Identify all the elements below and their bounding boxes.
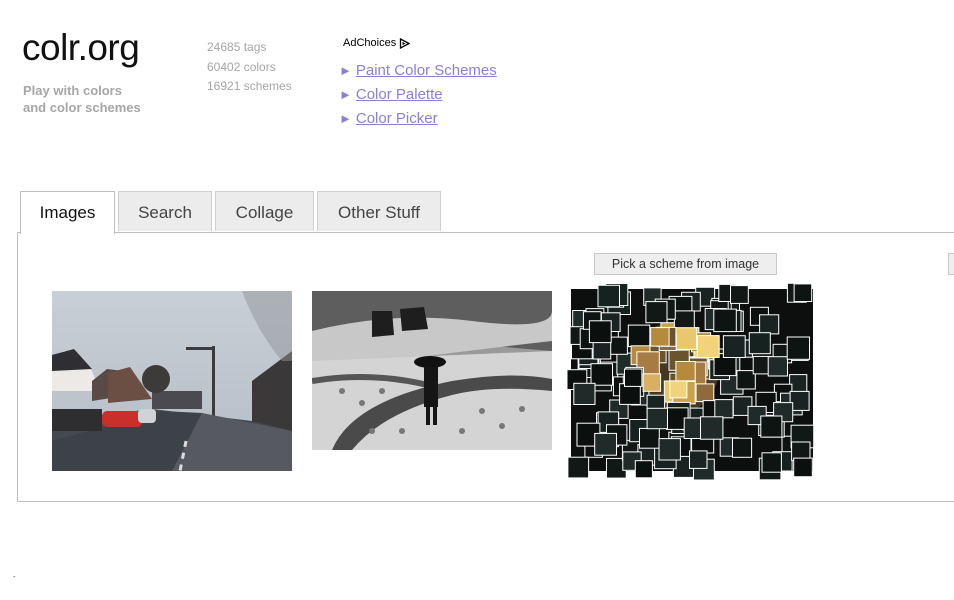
link-paint-color-schemes[interactable]: ► Paint Color Schemes <box>339 59 497 83</box>
swatch-square <box>714 399 734 419</box>
link-label: Paint Color Schemes <box>355 62 497 79</box>
swatch-square <box>573 382 596 406</box>
site-stats: 24685 tags 60402 colors 16921 schemes <box>207 38 292 97</box>
tab-images[interactable]: Images <box>20 191 115 234</box>
swatch-square <box>761 452 782 473</box>
swatch-square <box>713 308 737 333</box>
tagline-line-2: and color schemes <box>23 100 141 115</box>
swatch-square <box>695 383 715 403</box>
image-thumbnail-snow[interactable] <box>312 291 552 450</box>
schemes-count: 16921 schemes <box>207 79 292 93</box>
colors-count: 60402 colors <box>207 59 276 74</box>
swatch-square <box>722 335 746 358</box>
swatch-square <box>786 336 810 360</box>
swatch-square <box>627 324 651 348</box>
swatch-square <box>767 356 788 377</box>
pick-scheme-button[interactable]: Pick a scheme from image <box>594 253 777 275</box>
swatch-square <box>730 285 749 304</box>
swatch-square <box>732 437 753 458</box>
secondary-button[interactable] <box>948 253 954 275</box>
swatch-square <box>650 327 670 347</box>
swatch-square <box>646 407 668 430</box>
tagline-line-1: Play with colors <box>23 83 122 98</box>
tags-count: 24685 tags <box>207 40 267 54</box>
swatch-square <box>639 427 660 449</box>
swatch-square <box>669 380 688 399</box>
triangle-right-icon: ► <box>339 63 352 78</box>
swatch-square <box>658 438 681 461</box>
tab-other-stuff[interactable]: Other Stuff <box>317 191 441 231</box>
adchoices-label: AdChoices <box>343 37 397 49</box>
swatch-square <box>567 456 590 479</box>
street-photo <box>52 291 292 471</box>
swatch-square <box>793 283 813 303</box>
swatch-square <box>592 340 612 360</box>
link-label: Color Picker <box>355 110 438 127</box>
swatch-square <box>748 332 771 355</box>
triangle-right-icon: ► <box>339 87 352 102</box>
swatch-square <box>700 416 724 440</box>
image-thumbnail-scheme[interactable] <box>563 281 823 481</box>
swatch-square <box>642 373 662 392</box>
link-color-picker[interactable]: ► Color Picker <box>339 107 497 131</box>
link-label: Color Palette <box>355 86 443 103</box>
image-thumbnail-street[interactable] <box>52 291 292 471</box>
swatch-square <box>590 363 613 386</box>
scheme-mosaic <box>566 282 815 481</box>
tab-collage[interactable]: Collage <box>215 191 314 231</box>
top-links: ► Paint Color Schemes ► Color Palette ► Col… <box>339 59 497 131</box>
swatch-square <box>675 361 696 382</box>
swatch-square <box>689 450 708 469</box>
adchoices-link[interactable]: AdChoices <box>343 37 411 49</box>
swatch-square <box>588 320 612 344</box>
swatch-square <box>793 457 813 478</box>
swatch-square <box>594 432 617 456</box>
swatch-square <box>634 460 653 479</box>
swatch-square <box>760 415 783 438</box>
footer-dot: - <box>13 572 16 581</box>
tab-search[interactable]: Search <box>118 191 212 231</box>
site-tagline: Play with colors and color schemes <box>23 82 141 116</box>
site-logo[interactable]: colr.org <box>22 26 140 70</box>
link-color-palette[interactable]: ► Color Palette <box>339 83 497 107</box>
adchoices-icon <box>400 37 411 49</box>
swatch-square <box>624 368 643 387</box>
triangle-right-icon: ► <box>339 111 352 126</box>
swatch-square <box>736 370 756 390</box>
swatch-square <box>609 336 628 355</box>
snow-photo <box>312 291 552 450</box>
swatch-square <box>759 314 780 335</box>
swatch-square <box>674 327 698 350</box>
swatch-square <box>645 301 668 324</box>
swatch-square <box>597 284 620 308</box>
swatch-square <box>696 335 720 358</box>
